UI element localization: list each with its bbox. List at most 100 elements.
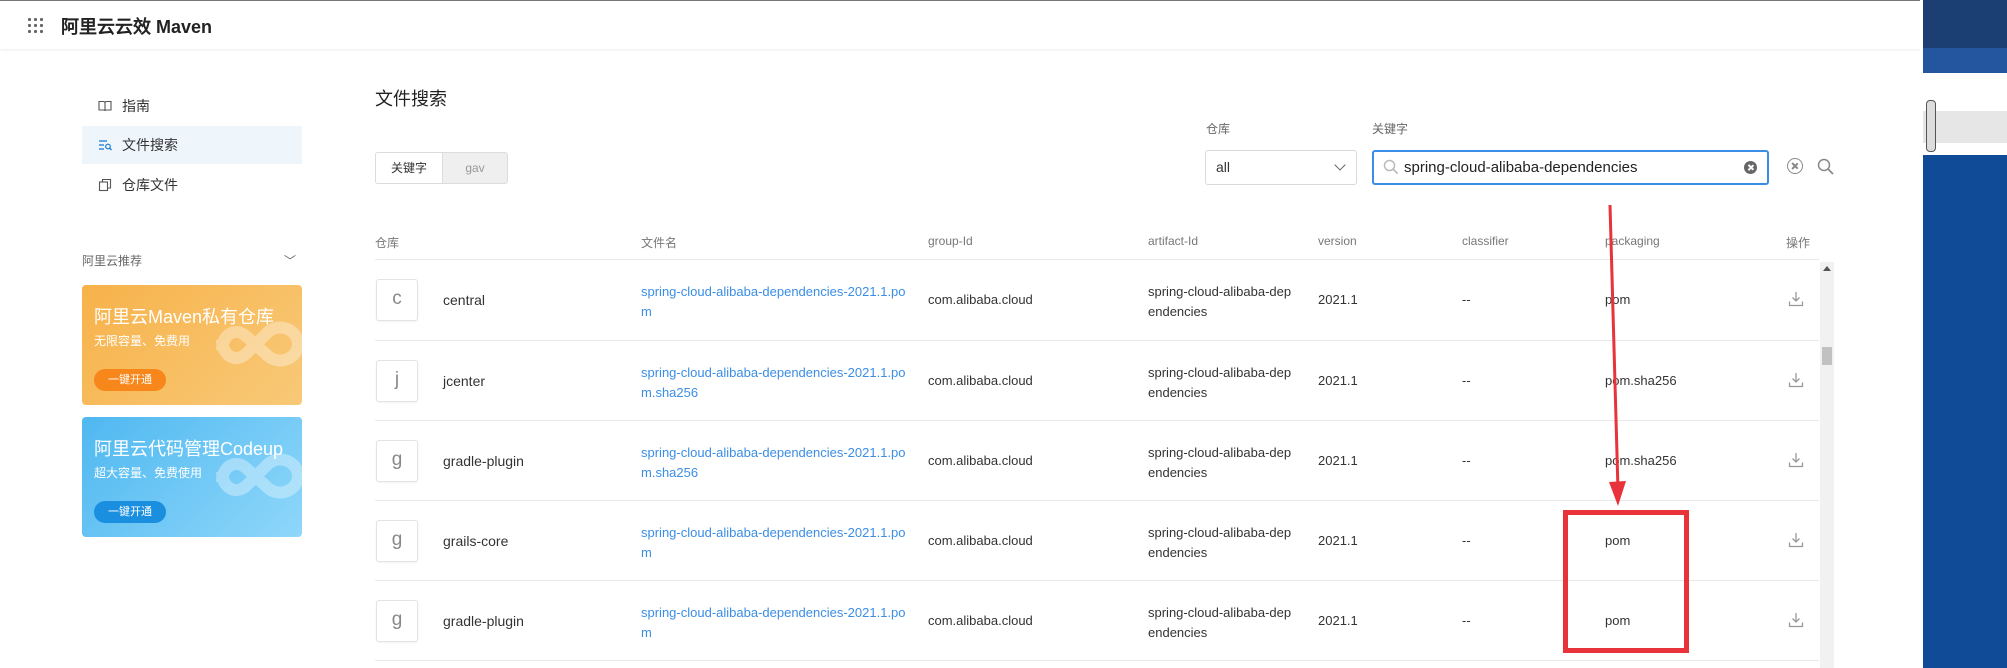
repo-cell: gradle-plugin xyxy=(443,613,524,629)
artifact-id-cell: spring-cloud-alibaba-dependencies xyxy=(1148,605,1292,640)
files-icon xyxy=(98,178,112,192)
packaging-cell: pom xyxy=(1605,292,1631,307)
recommend-section-header[interactable]: 阿里云推荐 ﹀ xyxy=(82,252,302,269)
classifier-cell: -- xyxy=(1462,292,1471,307)
sidebar-item-guide[interactable]: 指南 xyxy=(82,87,302,125)
background-window-edge xyxy=(1920,0,2007,668)
repo-select[interactable]: all xyxy=(1205,150,1357,185)
promo-title: 阿里云代码管理Codeup xyxy=(94,439,284,459)
packaging-cell: pom.sha256 xyxy=(1605,373,1677,388)
artifact-id-cell: spring-cloud-alibaba-dependencies xyxy=(1148,365,1292,400)
table-row: j jcenter spring-cloud-alibaba-dependenc… xyxy=(375,341,1819,421)
repo-badge: g xyxy=(376,520,418,562)
search-button[interactable] xyxy=(1816,157,1836,177)
file-search-icon xyxy=(99,140,112,151)
promo-card-maven[interactable]: 阿里云Maven私有仓库 无限容量、免费用 一键开通 xyxy=(82,285,302,405)
search-mode-toggle: 关键字 gav xyxy=(375,152,508,184)
promo-subtitle: 无限容量、免费用 xyxy=(94,334,191,348)
scroll-up-arrow-icon[interactable] xyxy=(1823,266,1831,271)
book-icon xyxy=(98,100,112,112)
repo-badge: j xyxy=(376,360,418,402)
version-cell: 2021.1 xyxy=(1318,292,1358,307)
reset-search-button[interactable] xyxy=(1787,158,1803,174)
table-row: g gradle-plugin spring-cloud-alibaba-dep… xyxy=(375,581,1819,661)
promo-title: 阿里云Maven私有仓库 xyxy=(94,307,275,327)
repo-cell: grails-core xyxy=(443,533,509,549)
filename-link[interactable]: spring-cloud-alibaba-dependencies-2021.1… xyxy=(641,523,911,563)
packaging-cell: pom xyxy=(1605,533,1631,548)
table-row: g grails-core spring-cloud-alibaba-depen… xyxy=(375,501,1819,581)
classifier-cell: -- xyxy=(1462,613,1471,628)
group-id-cell: com.alibaba.cloud xyxy=(928,453,1033,468)
sidebar-item-label: 文件搜索 xyxy=(122,137,178,153)
artifact-id-cell: spring-cloud-alibaba-dependencies xyxy=(1148,284,1292,319)
version-cell: 2021.1 xyxy=(1318,533,1358,548)
download-icon[interactable] xyxy=(1787,531,1805,549)
column-header-classifier: classifier xyxy=(1462,234,1509,248)
filename-link[interactable]: spring-cloud-alibaba-dependencies-2021.1… xyxy=(641,282,911,322)
artifact-id-cell: spring-cloud-alibaba-dependencies xyxy=(1148,445,1292,480)
filename-link[interactable]: spring-cloud-alibaba-dependencies-2021.1… xyxy=(641,443,911,483)
download-icon[interactable] xyxy=(1787,451,1805,469)
version-cell: 2021.1 xyxy=(1318,453,1358,468)
classifier-cell: -- xyxy=(1462,533,1471,548)
column-header-version: version xyxy=(1318,234,1357,248)
promo-card-codeup[interactable]: 阿里云代码管理Codeup 超大容量、免费使用 一键开通 xyxy=(82,417,302,537)
download-icon[interactable] xyxy=(1787,290,1805,308)
sidebar-item-label: 仓库文件 xyxy=(122,177,178,193)
recommend-title: 阿里云推荐 xyxy=(82,254,143,268)
chevron-down-icon xyxy=(1334,159,1346,171)
sidebar-item-label: 指南 xyxy=(122,98,150,114)
promo-subtitle: 超大容量、免费使用 xyxy=(94,466,203,480)
packaging-cell: pom.sha256 xyxy=(1605,453,1677,468)
keyword-input[interactable] xyxy=(1404,156,1724,178)
column-header-actions: 操作 xyxy=(1786,236,1811,250)
table-row: g gradle-plugin spring-cloud-alibaba-dep… xyxy=(375,421,1819,501)
version-cell: 2021.1 xyxy=(1318,373,1358,388)
group-id-cell: com.alibaba.cloud xyxy=(928,373,1033,388)
scrollbar-thumb[interactable] xyxy=(1822,347,1832,365)
download-icon[interactable] xyxy=(1787,611,1805,629)
keyword-field-label: 关键字 xyxy=(1372,122,1409,136)
classifier-cell: -- xyxy=(1462,453,1471,468)
column-header-artifact-id: artifact-Id xyxy=(1148,234,1199,248)
repo-badge: g xyxy=(376,440,418,482)
sidebar-item-file-search[interactable]: 文件搜索 xyxy=(82,126,302,164)
keyword-search-box xyxy=(1372,150,1769,185)
sidebar-item-repo-files[interactable]: 仓库文件 xyxy=(82,166,302,204)
app-title: 阿里云云效 Maven xyxy=(61,17,213,37)
column-header-group-id: group-Id xyxy=(928,234,973,248)
column-header-repo: 仓库 xyxy=(375,236,400,250)
repo-select-value: all xyxy=(1216,159,1231,175)
repo-cell: gradle-plugin xyxy=(443,453,524,469)
search-icon xyxy=(1383,159,1399,175)
filename-link[interactable]: spring-cloud-alibaba-dependencies-2021.1… xyxy=(641,363,911,403)
repo-badge: c xyxy=(376,279,418,321)
filename-link[interactable]: spring-cloud-alibaba-dependencies-2021.1… xyxy=(641,603,911,643)
promo-activate-button[interactable]: 一键开通 xyxy=(94,369,166,391)
top-header: 阿里云云效 Maven xyxy=(0,0,1920,49)
table-row: c central spring-cloud-alibaba-dependenc… xyxy=(375,260,1819,340)
artifact-id-cell: spring-cloud-alibaba-dependencies xyxy=(1148,525,1292,560)
tab-keyword[interactable]: 关键字 xyxy=(376,153,443,183)
repo-badge: g xyxy=(376,600,418,642)
promo-activate-button[interactable]: 一键开通 xyxy=(94,501,166,523)
version-cell: 2021.1 xyxy=(1318,613,1358,628)
tab-gav[interactable]: gav xyxy=(443,153,507,183)
packaging-cell: pom xyxy=(1605,613,1631,628)
repo-field-label: 仓库 xyxy=(1206,122,1231,136)
row-divider xyxy=(375,660,1819,661)
grid-menu-icon[interactable] xyxy=(28,18,44,34)
group-id-cell: com.alibaba.cloud xyxy=(928,533,1033,548)
column-header-packaging: packaging xyxy=(1605,234,1660,248)
column-header-filename: 文件名 xyxy=(641,236,678,250)
repo-cell: jcenter xyxy=(443,373,486,389)
download-icon[interactable] xyxy=(1787,371,1805,389)
group-id-cell: com.alibaba.cloud xyxy=(928,613,1033,628)
page-title: 文件搜索 xyxy=(375,89,447,109)
table-scrollbar[interactable] xyxy=(1820,262,1834,668)
repo-cell: central xyxy=(443,292,486,308)
classifier-cell: -- xyxy=(1462,373,1471,388)
group-id-cell: com.alibaba.cloud xyxy=(928,292,1033,307)
clear-input-icon[interactable] xyxy=(1744,161,1757,174)
